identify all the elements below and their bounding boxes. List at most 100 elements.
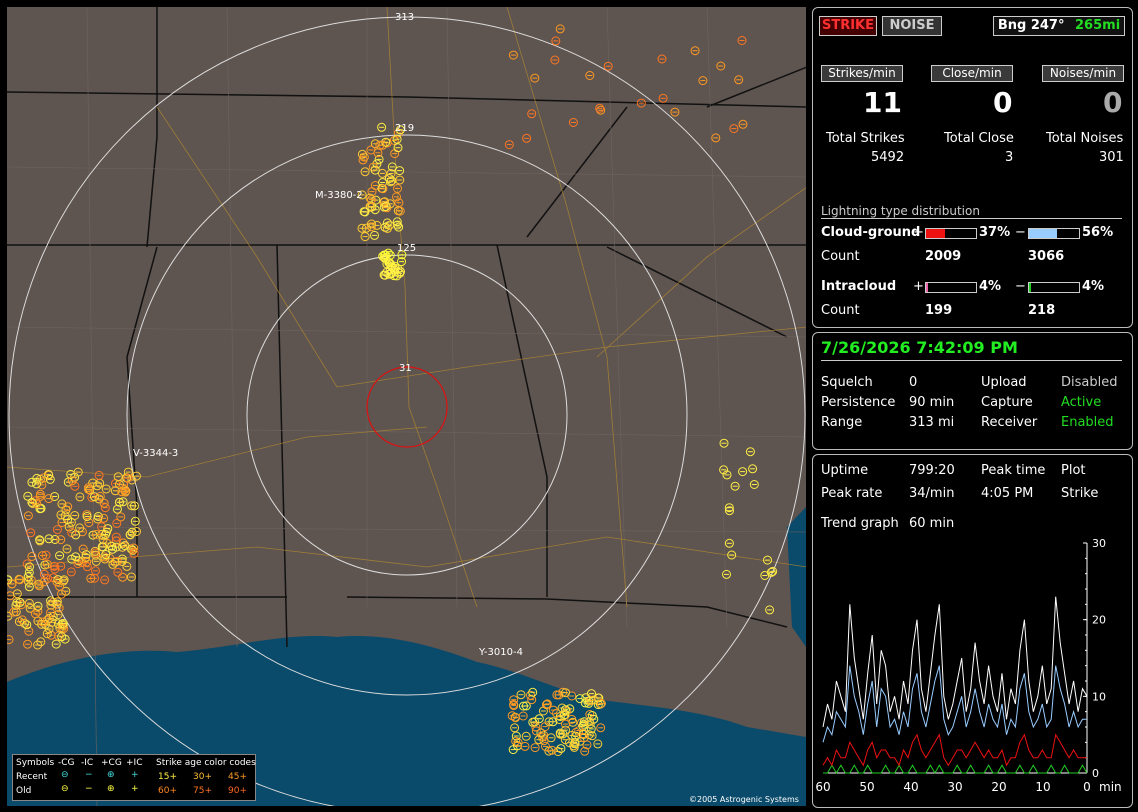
strike-mode-button[interactable]: STRIKE	[819, 16, 877, 36]
old-plus-cg-icon: ⊕	[107, 784, 115, 794]
recent-plus-cg-icon: ⊕	[107, 770, 115, 780]
distribution-title: Lightning type distribution	[821, 204, 980, 218]
legend-minus-ic: -IC	[81, 758, 94, 768]
cg-plus-count: 2009	[925, 249, 962, 264]
legend-plus-cg: +CG	[101, 758, 122, 768]
status-panel: 7/26/2026 7:42:09 PM Squelch 0 Upload Di…	[812, 332, 1133, 450]
atlantic-water	[787, 507, 806, 647]
peak-time-value: 4:05 PM	[981, 486, 1034, 501]
ic-plus-bar-fill	[926, 283, 928, 292]
ic-minus-bar	[1028, 282, 1080, 293]
trend-x-tick-label: 40	[903, 780, 918, 794]
receiver-label: Receiver	[981, 415, 1038, 430]
trend-minus-line	[822, 665, 1087, 743]
strikes-per-min-label: Strikes/min	[821, 65, 903, 82]
persistence-value: 90 min	[909, 395, 955, 410]
trend-plus-line	[822, 733, 1087, 767]
squelch-value: 0	[909, 375, 918, 390]
cg-plus-bar-fill	[926, 229, 945, 238]
total-strikes-label: Total Strikes	[826, 131, 905, 146]
close-per-min-label: Close/min	[931, 65, 1013, 82]
cg-minus-pct: 56%	[1082, 225, 1114, 240]
cg-minus-sign: −	[1015, 225, 1026, 240]
age-15: 15+	[158, 772, 177, 782]
trend-y-tick-label: 10	[1092, 690, 1106, 703]
ring-label-31: 31	[399, 363, 412, 374]
total-close-label: Total Close	[944, 131, 1014, 146]
trend-x-unit: min	[1099, 780, 1122, 794]
old-minus-cg-icon: ⊖	[61, 784, 69, 794]
total-noises-label: Total Noises	[1046, 131, 1124, 146]
cg-minus-bar	[1028, 228, 1080, 239]
plot-value[interactable]: Strike	[1061, 486, 1098, 501]
trend-y-tick-label: 20	[1092, 614, 1106, 627]
ic-minus-pct: 4%	[1082, 279, 1105, 294]
ic-label: Intracloud	[821, 279, 897, 294]
bearing-readout: Bng 247° 265mi	[993, 16, 1125, 36]
trend-graph-label: Trend graph	[821, 516, 899, 531]
total-close-value: 3	[1005, 150, 1014, 165]
trend-x-tick-label: 0	[1083, 780, 1091, 794]
legend-old-label: Old	[16, 786, 32, 796]
recent-plus-ic-icon: +	[131, 770, 139, 780]
counters-panel: STRIKE NOISE Bng 247° 265mi Strikes/min …	[812, 7, 1133, 328]
cg-plus-sign: +	[913, 225, 924, 240]
range-value: 313 mi	[909, 415, 955, 430]
bearing-range: 265mi	[1075, 18, 1121, 33]
copyright: ©2005 Astrogenic Systems	[689, 795, 799, 804]
recent-minus-ic-icon: −	[85, 770, 93, 780]
close-range-ring	[366, 366, 448, 448]
cg-plus-bar	[925, 228, 977, 239]
cg-minus-count: 3066	[1028, 249, 1065, 264]
upload-value: Disabled	[1061, 375, 1118, 390]
cg-plus-pct: 37%	[979, 225, 1011, 240]
datetime: 7/26/2026 7:42:09 PM	[821, 338, 1018, 357]
age-30: 30+	[193, 772, 212, 782]
lightning-map[interactable]: 313 219 125 31 M-3380-2 V-3344-3 Y-3010-…	[7, 7, 806, 806]
noise-mode-button[interactable]: NOISE	[882, 16, 942, 36]
trend-total-line	[822, 596, 1088, 728]
trend-panel: Uptime 799:20 Peak time Plot Peak rate 3…	[812, 454, 1133, 808]
range-label: Range	[821, 415, 863, 430]
ring-label-219: 219	[395, 123, 414, 134]
legend-minus-cg: -CG	[58, 758, 75, 768]
map-legend: Symbols -CG -IC +CG +IC Strike age color…	[12, 754, 256, 801]
trend-graph: 302010060 50 40 30 20 10 0 min	[815, 537, 1122, 794]
ic-plus-bar	[925, 282, 977, 293]
peak-rate-value: 34/min	[909, 486, 955, 501]
age-75: 75+	[193, 786, 212, 796]
storm-label-m3380: M-3380-2	[315, 190, 363, 201]
plot-label: Plot	[1061, 463, 1086, 478]
trend-graph-value: 60 min	[909, 516, 955, 531]
storm-label-y3010: Y-3010-4	[478, 647, 523, 658]
map-canvas: 313 219 125 31 M-3380-2 V-3344-3 Y-3010-…	[7, 7, 806, 806]
capture-label: Capture	[981, 395, 1033, 410]
ic-plus-sign: +	[913, 279, 924, 294]
ic-minus-count: 218	[1028, 303, 1056, 318]
trend-x-tick-label: 50	[859, 780, 874, 794]
trend-x-tick-label: 10	[1035, 780, 1050, 794]
trend-x-tick-label: 30	[947, 780, 962, 794]
old-minus-ic-icon: −	[85, 784, 93, 794]
ic-minus-bar-fill	[1029, 283, 1031, 292]
noises-per-min-label: Noises/min	[1042, 65, 1124, 82]
close-per-min-value: 0	[993, 86, 1013, 119]
noises-per-min-value: 0	[1103, 86, 1123, 119]
capture-value: Active	[1061, 395, 1102, 410]
total-noises-value: 301	[1099, 150, 1124, 165]
recent-minus-cg-icon: ⊖	[61, 770, 69, 780]
age-60: 60+	[158, 786, 177, 796]
legend-plus-ic: +IC	[126, 758, 143, 768]
bearing-value: Bng 247°	[997, 18, 1065, 33]
peak-time-label: Peak time	[981, 463, 1046, 478]
persistence-label: Persistence	[821, 395, 896, 410]
total-strikes-value: 5492	[871, 150, 905, 165]
trend-y-tick-label: 0	[1092, 767, 1099, 780]
uptime-value: 799:20	[909, 463, 955, 478]
trend-x-tick-label: 60	[815, 780, 830, 794]
age-45: 45+	[228, 772, 247, 782]
squelch-label: Squelch	[821, 375, 873, 390]
peak-rate-label: Peak rate	[821, 486, 883, 501]
cg-count-label: Count	[821, 249, 860, 264]
trend-x-tick-label: 20	[991, 780, 1006, 794]
